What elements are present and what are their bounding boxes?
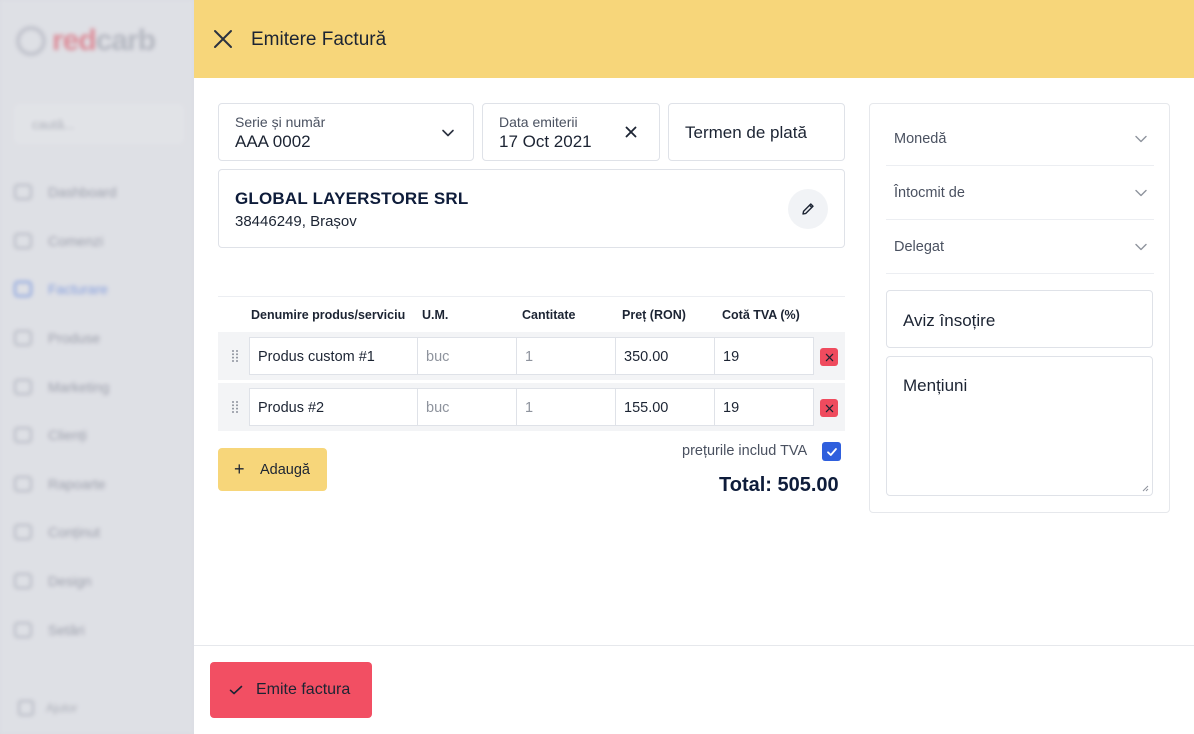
- payment-term-placeholder: Termen de plată: [685, 123, 807, 142]
- delete-row-button[interactable]: [820, 399, 838, 417]
- issued-by-label: Întocmit de: [894, 185, 965, 201]
- vat-input[interactable]: 19: [714, 388, 814, 426]
- price-input[interactable]: 350.00: [615, 337, 715, 375]
- invoice-drawer: Emitere Factură Serie și număr AAA 0002 …: [194, 0, 1194, 734]
- modal-backdrop[interactable]: [0, 0, 194, 734]
- drawer-title: Emitere Factură: [251, 29, 387, 50]
- chevron-down-icon: [1135, 189, 1147, 197]
- prices-include-vat-label: prețurile includ TVA: [682, 443, 808, 459]
- product-name-input[interactable]: Produs custom #1: [249, 337, 418, 375]
- issue-date-label: Data emiterii: [499, 114, 578, 130]
- table-row: Produs #2 buc 1 155.00 19: [218, 383, 845, 431]
- series-label: Serie și număr: [235, 114, 326, 130]
- currency-label: Monedă: [894, 131, 947, 147]
- chevron-down-icon: [1135, 243, 1147, 251]
- close-button[interactable]: [210, 26, 236, 52]
- vat-input[interactable]: 19: [714, 337, 814, 375]
- series-select[interactable]: Serie și număr AAA 0002: [218, 103, 474, 161]
- chevron-down-icon: [442, 129, 454, 137]
- issue-date-field[interactable]: Data emiterii 17 Oct 2021: [482, 103, 660, 161]
- plus-icon: +: [234, 459, 245, 479]
- clear-date-icon[interactable]: [625, 126, 637, 138]
- delegate-select[interactable]: Delegat: [886, 220, 1154, 274]
- column-header-quantity: Cantitate: [522, 308, 576, 322]
- issue-date-value: 17 Oct 2021: [499, 132, 592, 151]
- table-row: Produs custom #1 buc 1 350.00 19: [218, 332, 845, 380]
- aviz-input[interactable]: Aviz însoțire: [886, 290, 1153, 348]
- drag-handle-icon[interactable]: [231, 400, 239, 414]
- issue-invoice-label: Emite factura: [256, 681, 351, 698]
- client-card: GLOBAL LAYERSTORE SRL 38446249, Brașov: [218, 169, 845, 248]
- issue-invoice-button[interactable]: Emite factura: [210, 662, 372, 718]
- quantity-input[interactable]: 1: [516, 337, 616, 375]
- unit-input[interactable]: buc: [417, 337, 517, 375]
- price-input[interactable]: 155.00: [615, 388, 715, 426]
- resize-handle-icon[interactable]: [1141, 484, 1149, 492]
- close-icon: [825, 404, 833, 412]
- client-details: 38446249, Brașov: [235, 213, 357, 230]
- invoice-options-panel: Monedă Întocmit de Delegat Aviz însoțire…: [869, 103, 1170, 513]
- column-header-vat: Cotă TVA (%): [722, 308, 800, 322]
- products-table: Denumire produs/serviciu U.M. Cantitate …: [218, 296, 845, 431]
- pencil-icon: [802, 203, 814, 215]
- drawer-header: Emitere Factură: [194, 0, 1194, 78]
- delete-row-button[interactable]: [820, 348, 838, 366]
- unit-input[interactable]: buc: [417, 388, 517, 426]
- column-header-price: Preț (RON): [622, 308, 686, 322]
- mentions-placeholder: Mențiuni: [903, 376, 968, 395]
- close-icon: [214, 30, 232, 48]
- client-name: GLOBAL LAYERSTORE SRL: [235, 189, 469, 208]
- delegate-label: Delegat: [894, 239, 944, 255]
- table-header: Denumire produs/serviciu U.M. Cantitate …: [218, 296, 845, 332]
- invoice-total: Total: 505.00: [719, 474, 839, 496]
- column-header-unit: U.M.: [422, 308, 449, 322]
- drag-handle-icon[interactable]: [231, 349, 239, 363]
- aviz-placeholder: Aviz însoțire: [903, 311, 996, 330]
- mentions-textarea[interactable]: Mențiuni: [886, 356, 1153, 496]
- edit-client-button[interactable]: [788, 189, 828, 229]
- chevron-down-icon: [1135, 135, 1147, 143]
- column-header-name: Denumire produs/serviciu: [251, 308, 406, 322]
- close-icon: [825, 353, 833, 361]
- checkmark-icon: [229, 685, 243, 695]
- checkmark-icon: [826, 447, 837, 456]
- prices-include-vat-checkbox[interactable]: [822, 442, 841, 461]
- product-name-input[interactable]: Produs #2: [249, 388, 418, 426]
- add-product-label: Adaugă: [260, 462, 310, 478]
- issued-by-select[interactable]: Întocmit de: [886, 166, 1154, 220]
- series-value: AAA 0002: [235, 132, 311, 151]
- quantity-input[interactable]: 1: [516, 388, 616, 426]
- footer-divider: [194, 645, 1194, 646]
- currency-select[interactable]: Monedă: [886, 112, 1154, 166]
- add-product-button[interactable]: + Adaugă: [218, 448, 327, 491]
- payment-term-field[interactable]: Termen de plată: [668, 103, 845, 161]
